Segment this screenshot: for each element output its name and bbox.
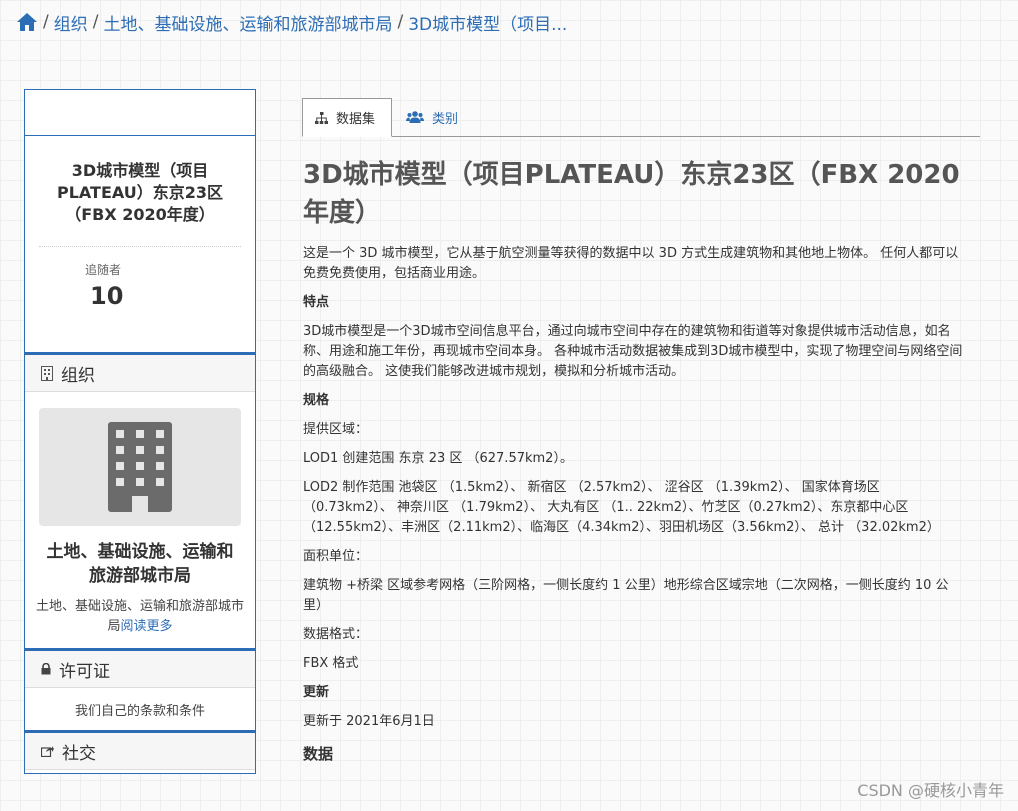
features-text: 3D城市模型是一个3D城市空间信息平台，通过向城市空间中存在的建筑物和街道等对象… — [303, 324, 963, 379]
lock-icon — [41, 663, 51, 675]
license-heading: 许可证 — [25, 648, 255, 688]
tab-groups-label: 类别 — [432, 111, 459, 127]
spec-heading: 规格 — [303, 393, 330, 408]
sidebar: 3D城市模型（项目PLATEAU）东京23区（FBX 2020年度） 追随者 1… — [24, 89, 256, 774]
users-icon — [406, 111, 424, 123]
dataset-summary: 3D城市模型（项目PLATEAU）东京23区（FBX 2020年度） 追随者 1… — [25, 136, 255, 352]
lod2-text: LOD2 制作范围 池袋区 （1.5km2）、 新宿区 （2.57km2）、 涩… — [303, 480, 940, 535]
format-text: FBX 格式 — [303, 656, 359, 671]
sitemap-icon — [315, 111, 328, 124]
features-heading: 特点 — [303, 295, 330, 310]
dataset-content: 3D城市模型（项目PLATEAU）东京23区（FBX 2020年度） 这是一个 … — [303, 156, 963, 773]
building-placeholder-icon — [108, 422, 172, 512]
page-title: 3D城市模型（项目PLATEAU）东京23区（FBX 2020年度） — [303, 160, 960, 228]
intro-text: 这是一个 3D 城市模型，它从基于航空测量等获得的数据中以 3D 方式生成建筑物… — [303, 246, 959, 281]
breadcrumb-org-name[interactable]: 土地、基础设施、运输和旅游部城市局 — [103, 10, 392, 35]
area-label: 提供区域： — [303, 422, 369, 437]
read-more-link[interactable]: 阅读更多 — [121, 619, 173, 634]
watermark: CSDN @硬核小青年 — [857, 781, 1004, 800]
unit-label: 面积单位： — [303, 549, 369, 564]
followers-label: 追随者 — [85, 263, 122, 277]
social-heading: 社交 — [25, 730, 255, 770]
org-heading: 组织 — [25, 352, 255, 392]
data-heading: 数据 — [303, 745, 334, 763]
home-icon[interactable] — [16, 12, 38, 32]
update-heading: 更新 — [303, 685, 330, 700]
followers-count: 10 — [90, 282, 124, 310]
tab-bar: 数据集 类别 — [302, 98, 980, 137]
tab-groups[interactable]: 类别 — [394, 98, 470, 136]
org-heading-label: 组织 — [61, 365, 95, 386]
org-name: 土地、基础设施、运输和旅游部城市局 — [46, 542, 234, 586]
breadcrumb-dataset[interactable]: 3D城市模型（项目... — [408, 10, 567, 35]
license-heading-label: 许可证 — [59, 661, 110, 682]
org-image[interactable] — [39, 408, 241, 526]
org-description: 土地、基础设施、运输和旅游部城市局阅读更多 — [35, 597, 245, 637]
building-icon — [41, 365, 53, 381]
breadcrumb: / 组织 / 土地、基础设施、运输和旅游部城市局 / 3D城市模型（项目... — [16, 8, 567, 36]
lod1-text: LOD1 创建范围 东京 23 区 （627.57km2）。 — [303, 451, 573, 466]
social-heading-label: 社交 — [62, 743, 96, 764]
license-text: 我们自己的条款和条件 — [74, 704, 205, 719]
format-label: 数据格式： — [303, 627, 369, 642]
share-icon — [41, 745, 54, 757]
dataset-title: 3D城市模型（项目PLATEAU）东京23区（FBX 2020年度） — [39, 160, 241, 247]
unit-text: 建筑物 +桥梁 区域参考网格（三阶网格，一侧长度约 1 公里）地形综合区域宗地（… — [303, 578, 949, 613]
tab-dataset[interactable]: 数据集 — [302, 98, 392, 137]
update-text: 更新于 2021年6月1日 — [303, 714, 435, 729]
tab-dataset-label: 数据集 — [336, 112, 376, 127]
breadcrumb-organization[interactable]: 组织 — [54, 10, 88, 35]
sidebar-top-bar — [25, 90, 255, 136]
